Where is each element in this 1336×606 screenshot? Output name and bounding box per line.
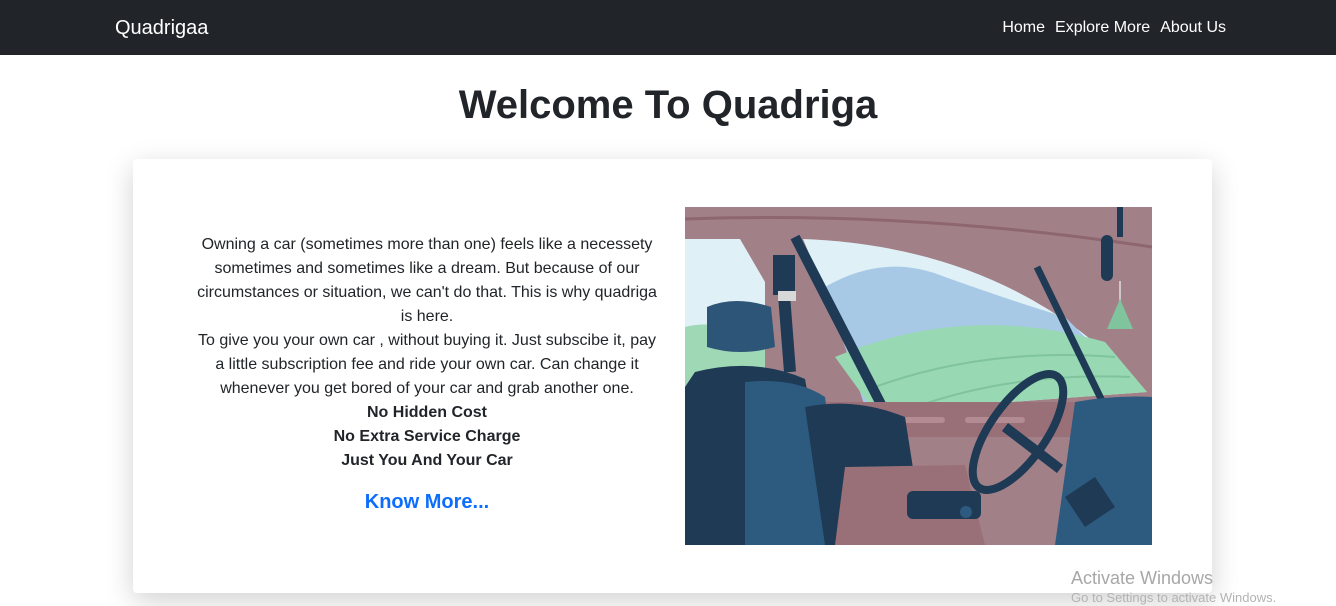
nav-link-home[interactable]: Home — [1002, 17, 1045, 39]
intro-text-block: Owning a car (sometimes more than one) f… — [195, 233, 659, 516]
feature-no-hidden-cost: No Hidden Cost — [367, 404, 487, 421]
brand-link[interactable]: Quadrigaa — [115, 15, 208, 41]
nav-link-explore-more[interactable]: Explore More — [1055, 17, 1150, 39]
feature-no-extra-service-charge: No Extra Service Charge — [333, 428, 521, 445]
nav-links: Home Explore More About Us — [1002, 17, 1226, 39]
feature-just-you-and-your-car: Just You And Your Car — [341, 452, 513, 469]
know-more-link[interactable]: Know More... — [365, 489, 489, 515]
activate-windows-subtitle: Go to Settings to activate Windows. — [1071, 590, 1277, 605]
navbar: Quadrigaa Home Explore More About Us — [0, 0, 1336, 55]
intro-card: Owning a car (sometimes more than one) f… — [133, 159, 1212, 593]
page-title: Welcome To Quadriga — [458, 83, 878, 127]
intro-paragraph-1: Owning a car (sometimes more than one) f… — [197, 236, 657, 325]
car-interior-illustration — [685, 207, 1152, 545]
nav-link-about-us[interactable]: About Us — [1160, 17, 1226, 39]
activate-windows-title: Activate Windows — [1071, 568, 1214, 588]
intro-paragraph-2: To give you your own car , without buyin… — [197, 332, 656, 397]
